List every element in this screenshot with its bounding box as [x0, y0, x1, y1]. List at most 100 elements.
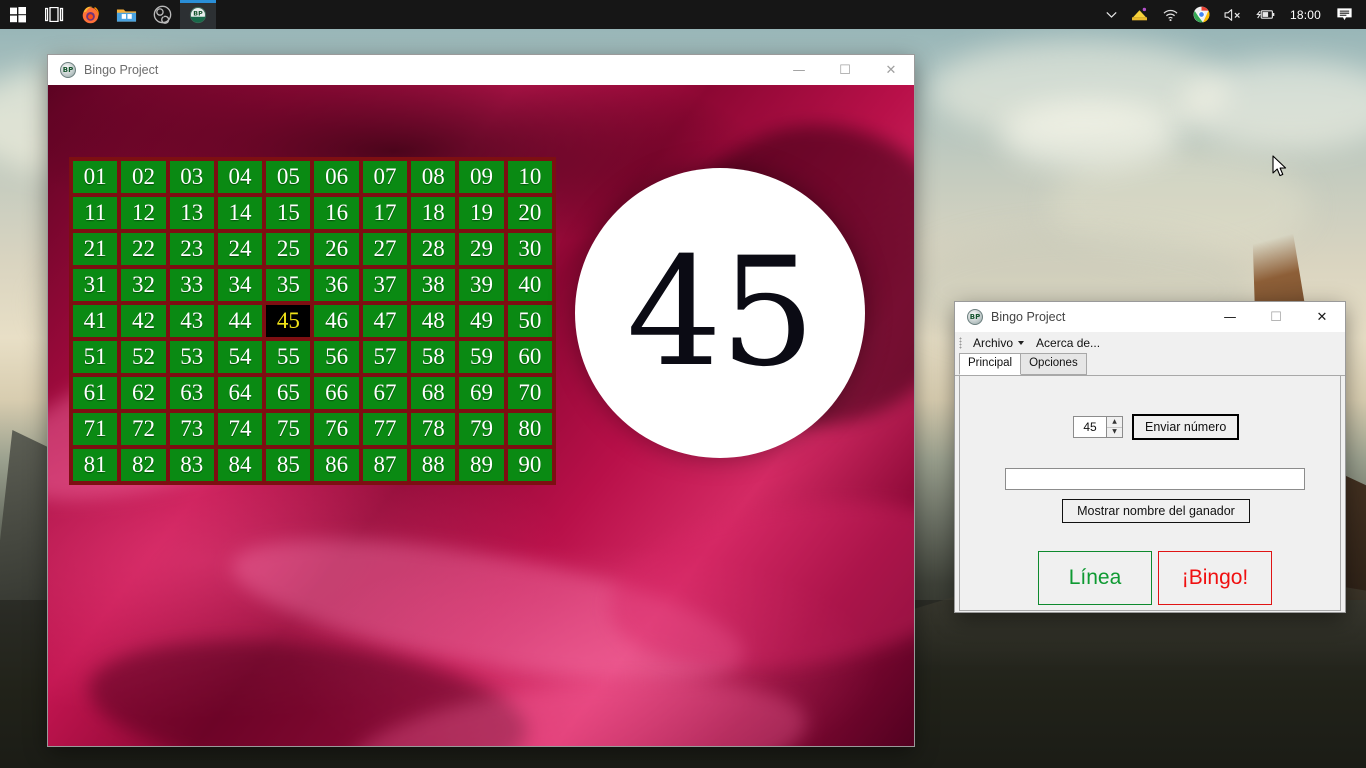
number-cell[interactable]: 20 [507, 197, 552, 229]
number-cell[interactable]: 46 [314, 305, 359, 337]
number-cell[interactable]: 11 [73, 197, 118, 229]
number-cell[interactable]: 28 [411, 233, 456, 265]
tray-chevron-button[interactable] [1099, 0, 1124, 29]
send-number-button[interactable]: Enviar número [1132, 414, 1240, 440]
task-view-button[interactable] [36, 0, 72, 29]
number-cell[interactable]: 63 [169, 377, 214, 409]
number-cell[interactable]: 75 [266, 413, 311, 445]
number-cell[interactable]: 80 [507, 413, 552, 445]
number-cell-current[interactable]: 45 [266, 305, 311, 337]
number-cell[interactable]: 59 [459, 341, 504, 373]
number-cell[interactable]: 10 [507, 161, 552, 193]
number-cell[interactable]: 31 [73, 269, 118, 301]
spinner-up-icon[interactable]: ▲ [1107, 417, 1122, 428]
number-cell[interactable]: 52 [121, 341, 166, 373]
bingo-button[interactable]: ¡Bingo! [1158, 551, 1272, 605]
number-cell[interactable]: 78 [411, 413, 456, 445]
number-cell[interactable]: 70 [507, 377, 552, 409]
close-button[interactable]: ✕ [1299, 302, 1345, 332]
number-cell[interactable]: 38 [411, 269, 456, 301]
number-cell[interactable]: 85 [266, 449, 311, 481]
number-cell[interactable]: 02 [121, 161, 166, 193]
number-cell[interactable]: 69 [459, 377, 504, 409]
number-cell[interactable]: 73 [169, 413, 214, 445]
dialog-titlebar[interactable]: BP Bingo Project — ☐ ✕ [955, 302, 1345, 332]
number-cell[interactable]: 05 [266, 161, 311, 193]
file-explorer-button[interactable] [108, 0, 144, 29]
number-cell[interactable]: 64 [217, 377, 263, 409]
number-cell[interactable]: 55 [266, 341, 311, 373]
number-cell[interactable]: 25 [266, 233, 311, 265]
number-cell[interactable]: 86 [314, 449, 359, 481]
battery-button[interactable] [1249, 0, 1282, 29]
number-cell[interactable]: 18 [411, 197, 456, 229]
number-cell[interactable]: 76 [314, 413, 359, 445]
number-cell[interactable]: 08 [411, 161, 456, 193]
number-cell[interactable]: 41 [73, 305, 118, 337]
show-winner-button[interactable]: Mostrar nombre del ganador [1062, 499, 1250, 523]
menu-item-acerca-de[interactable]: Acerca de... [1030, 334, 1106, 352]
bingo-project-button[interactable]: BP [180, 0, 216, 29]
number-cell[interactable]: 61 [73, 377, 118, 409]
number-cell[interactable]: 90 [507, 449, 552, 481]
number-cell[interactable]: 88 [411, 449, 456, 481]
number-cell[interactable]: 83 [169, 449, 214, 481]
number-cell[interactable]: 77 [362, 413, 408, 445]
clock[interactable]: 18:00 [1282, 8, 1329, 22]
number-cell[interactable]: 21 [73, 233, 118, 265]
number-cell[interactable]: 42 [121, 305, 166, 337]
linea-button[interactable]: Línea [1038, 551, 1152, 605]
number-cell[interactable]: 09 [459, 161, 504, 193]
number-cell[interactable]: 60 [507, 341, 552, 373]
number-cell[interactable]: 56 [314, 341, 359, 373]
number-cell[interactable]: 51 [73, 341, 118, 373]
number-cell[interactable]: 82 [121, 449, 166, 481]
close-button[interactable]: ✕ [868, 55, 914, 85]
number-cell[interactable]: 29 [459, 233, 504, 265]
number-cell[interactable]: 49 [459, 305, 504, 337]
number-cell[interactable]: 37 [362, 269, 408, 301]
number-cell[interactable]: 87 [362, 449, 408, 481]
tab-opciones[interactable]: Opciones [1020, 353, 1087, 375]
obs-button[interactable] [144, 0, 180, 29]
winner-name-input[interactable] [1005, 468, 1305, 490]
number-spinner[interactable]: 45 ▲ ▼ [1073, 416, 1123, 438]
number-cell[interactable]: 17 [362, 197, 408, 229]
number-cell[interactable]: 39 [459, 269, 504, 301]
number-cell[interactable]: 35 [266, 269, 311, 301]
menu-item-archivo[interactable]: Archivo [967, 334, 1030, 352]
chrome-button[interactable] [1186, 0, 1217, 29]
maximize-button[interactable]: ☐ [1253, 302, 1299, 332]
number-cell[interactable]: 12 [121, 197, 166, 229]
number-cell[interactable]: 27 [362, 233, 408, 265]
number-cell[interactable]: 26 [314, 233, 359, 265]
number-cell[interactable]: 58 [411, 341, 456, 373]
number-spinner-value[interactable]: 45 [1074, 417, 1106, 437]
number-cell[interactable]: 54 [217, 341, 263, 373]
number-cell[interactable]: 43 [169, 305, 214, 337]
number-cell[interactable]: 30 [507, 233, 552, 265]
number-cell[interactable]: 74 [217, 413, 263, 445]
number-cell[interactable]: 67 [362, 377, 408, 409]
minimize-button[interactable]: — [776, 55, 822, 85]
network-button[interactable] [1155, 0, 1186, 29]
number-cell[interactable]: 53 [169, 341, 214, 373]
tray-app-icon-button[interactable] [1124, 0, 1155, 29]
number-cell[interactable]: 89 [459, 449, 504, 481]
number-cell[interactable]: 36 [314, 269, 359, 301]
number-cell[interactable]: 50 [507, 305, 552, 337]
number-cell[interactable]: 72 [121, 413, 166, 445]
number-cell[interactable]: 48 [411, 305, 456, 337]
number-cell[interactable]: 66 [314, 377, 359, 409]
number-cell[interactable]: 22 [121, 233, 166, 265]
number-cell[interactable]: 81 [73, 449, 118, 481]
number-cell[interactable]: 06 [314, 161, 359, 193]
notifications-button[interactable] [1329, 0, 1360, 29]
number-cell[interactable]: 14 [217, 197, 263, 229]
volume-button[interactable] [1217, 0, 1249, 29]
number-cell[interactable]: 47 [362, 305, 408, 337]
control-dialog-window[interactable]: BP Bingo Project — ☐ ✕ Archivo Acerca de… [955, 302, 1345, 612]
number-cell[interactable]: 23 [169, 233, 214, 265]
number-cell[interactable]: 65 [266, 377, 311, 409]
number-cell[interactable]: 84 [217, 449, 263, 481]
